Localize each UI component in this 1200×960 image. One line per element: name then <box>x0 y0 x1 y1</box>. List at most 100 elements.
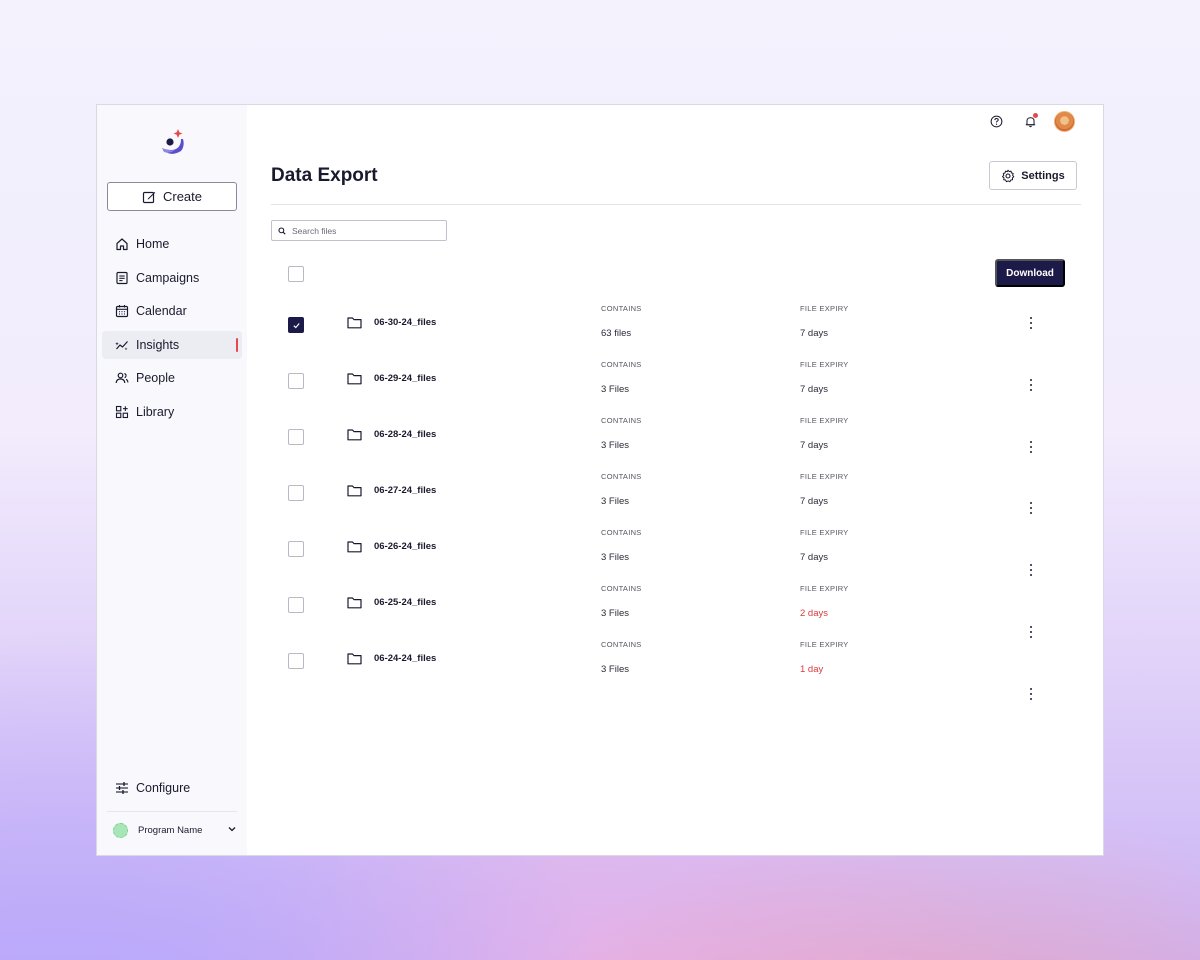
header-divider <box>271 204 1081 205</box>
contains-label: CONTAINS <box>601 584 642 593</box>
contains-value: 3 Files <box>601 552 629 563</box>
contains-label: CONTAINS <box>601 304 642 313</box>
contains-value: 3 Files <box>601 664 629 675</box>
file-row[interactable]: 06-27-24_files CONTAINS 3 Files FILE EXPIRY… <box>247 470 1103 526</box>
page-title: Data Export <box>271 165 378 186</box>
more-options-icon[interactable] <box>1027 687 1035 701</box>
folder-icon <box>347 316 362 329</box>
folder-icon <box>347 484 362 497</box>
expiry-value: 7 days <box>800 328 828 339</box>
more-options-icon[interactable] <box>1027 625 1035 639</box>
sidebar-item-configure[interactable]: Configure <box>115 781 190 795</box>
expiry-value: 7 days <box>800 384 828 395</box>
main-content: Data Export Settings Download 06-30-24_f… <box>247 105 1103 855</box>
more-options-icon[interactable] <box>1027 378 1035 392</box>
contains-value: 3 Files <box>601 496 629 507</box>
sidebar-divider <box>107 811 237 812</box>
expiry-value: 2 days <box>800 608 828 619</box>
row-checkbox[interactable] <box>288 597 304 613</box>
settings-button-label: Settings <box>1021 169 1065 182</box>
sliders-icon <box>115 781 129 795</box>
people-icon <box>115 371 129 385</box>
notification-dot <box>1033 112 1038 118</box>
topbar <box>986 111 1075 132</box>
file-row[interactable]: 06-26-24_files CONTAINS 3 Files FILE EXPIRY… <box>247 526 1103 582</box>
file-name[interactable]: 06-26-24_files <box>374 541 436 552</box>
contains-value: 63 files <box>601 328 632 339</box>
user-avatar[interactable] <box>1054 111 1075 132</box>
expiry-value: 1 day <box>800 664 824 675</box>
active-indicator <box>236 337 238 352</box>
contains-label: CONTAINS <box>601 360 642 369</box>
more-options-icon[interactable] <box>1027 316 1035 330</box>
sidebar-item-label: Insights <box>136 337 180 352</box>
expiry-label: FILE EXPIRY <box>800 640 849 649</box>
app-window: Create Home Campaigns Calendar Insights … <box>96 104 1104 856</box>
sidebar-item-insights[interactable]: Insights <box>102 330 242 359</box>
contains-value: 3 Files <box>601 440 629 451</box>
file-row[interactable]: 06-29-24_files CONTAINS 3 Files FILE EXPIRY… <box>247 358 1103 414</box>
file-name[interactable]: 06-30-24_files <box>374 317 436 328</box>
sidebar-item-home[interactable]: Home <box>102 230 242 258</box>
settings-button[interactable]: Settings <box>989 161 1077 190</box>
insights-icon <box>115 338 129 352</box>
edit-icon <box>142 190 156 204</box>
contains-label: CONTAINS <box>601 640 642 649</box>
gear-icon <box>1001 169 1015 183</box>
program-name: Program Name <box>138 825 203 836</box>
help-icon[interactable] <box>986 112 1006 132</box>
folder-icon <box>347 428 362 441</box>
sidebar-item-library[interactable]: Library <box>102 398 242 426</box>
create-button-label: Create <box>162 189 203 204</box>
program-switcher[interactable]: Program Name <box>113 823 237 838</box>
row-checkbox[interactable] <box>288 429 304 445</box>
file-row[interactable]: 06-30-24_files CONTAINS 63 files FILE EXPIR… <box>247 302 1103 358</box>
row-checkbox[interactable] <box>288 653 304 669</box>
folder-icon <box>347 596 362 609</box>
create-button[interactable]: Create <box>107 182 237 211</box>
sidebar-item-label: Calendar <box>136 304 187 319</box>
sidebar-item-label: Library <box>136 404 175 419</box>
chevron-down-icon <box>227 824 237 837</box>
search-box[interactable] <box>271 220 447 241</box>
expiry-label: FILE EXPIRY <box>800 584 849 593</box>
download-button[interactable]: Download <box>995 259 1065 287</box>
row-checkbox[interactable] <box>288 541 304 557</box>
expiry-value: 7 days <box>800 496 828 507</box>
select-all-checkbox[interactable] <box>288 266 304 282</box>
home-icon <box>115 237 129 251</box>
sidebar-item-people[interactable]: People <box>102 364 242 392</box>
file-row[interactable]: 06-24-24_files CONTAINS 3 Files FILE EXPIRY… <box>247 638 1103 694</box>
file-name[interactable]: 06-27-24_files <box>374 485 436 496</box>
sidebar: Create Home Campaigns Calendar Insights … <box>97 105 247 855</box>
checkmark-icon <box>292 322 300 328</box>
folder-icon <box>347 540 362 553</box>
row-checkbox[interactable] <box>288 485 304 501</box>
library-icon <box>115 405 129 419</box>
row-checkbox[interactable] <box>288 373 304 389</box>
campaigns-icon <box>115 271 129 285</box>
folder-icon <box>347 372 362 385</box>
brand-logo[interactable] <box>159 127 187 157</box>
sidebar-item-campaigns[interactable]: Campaigns <box>102 264 242 292</box>
file-name[interactable]: 06-25-24_files <box>374 597 436 608</box>
more-options-icon[interactable] <box>1027 563 1035 577</box>
program-avatar <box>113 823 128 838</box>
expiry-label: FILE EXPIRY <box>800 360 849 369</box>
file-row[interactable]: 06-25-24_files CONTAINS 3 Files FILE EXPIRY… <box>247 582 1103 638</box>
search-input[interactable] <box>292 225 442 236</box>
more-options-icon[interactable] <box>1027 440 1035 454</box>
file-name[interactable]: 06-28-24_files <box>374 429 436 440</box>
expiry-value: 7 days <box>800 552 828 563</box>
search-icon <box>278 222 286 240</box>
file-row[interactable]: 06-28-24_files CONTAINS 3 Files FILE EXPIRY… <box>247 414 1103 470</box>
file-name[interactable]: 06-24-24_files <box>374 653 436 664</box>
folder-icon <box>347 652 362 665</box>
file-name[interactable]: 06-29-24_files <box>374 373 436 384</box>
expiry-label: FILE EXPIRY <box>800 472 849 481</box>
sidebar-item-calendar[interactable]: Calendar <box>102 297 242 325</box>
more-options-icon[interactable] <box>1027 501 1035 515</box>
sidebar-item-label: Campaigns <box>136 270 200 285</box>
row-checkbox[interactable] <box>288 317 304 333</box>
notification-bell-icon[interactable] <box>1020 112 1040 132</box>
